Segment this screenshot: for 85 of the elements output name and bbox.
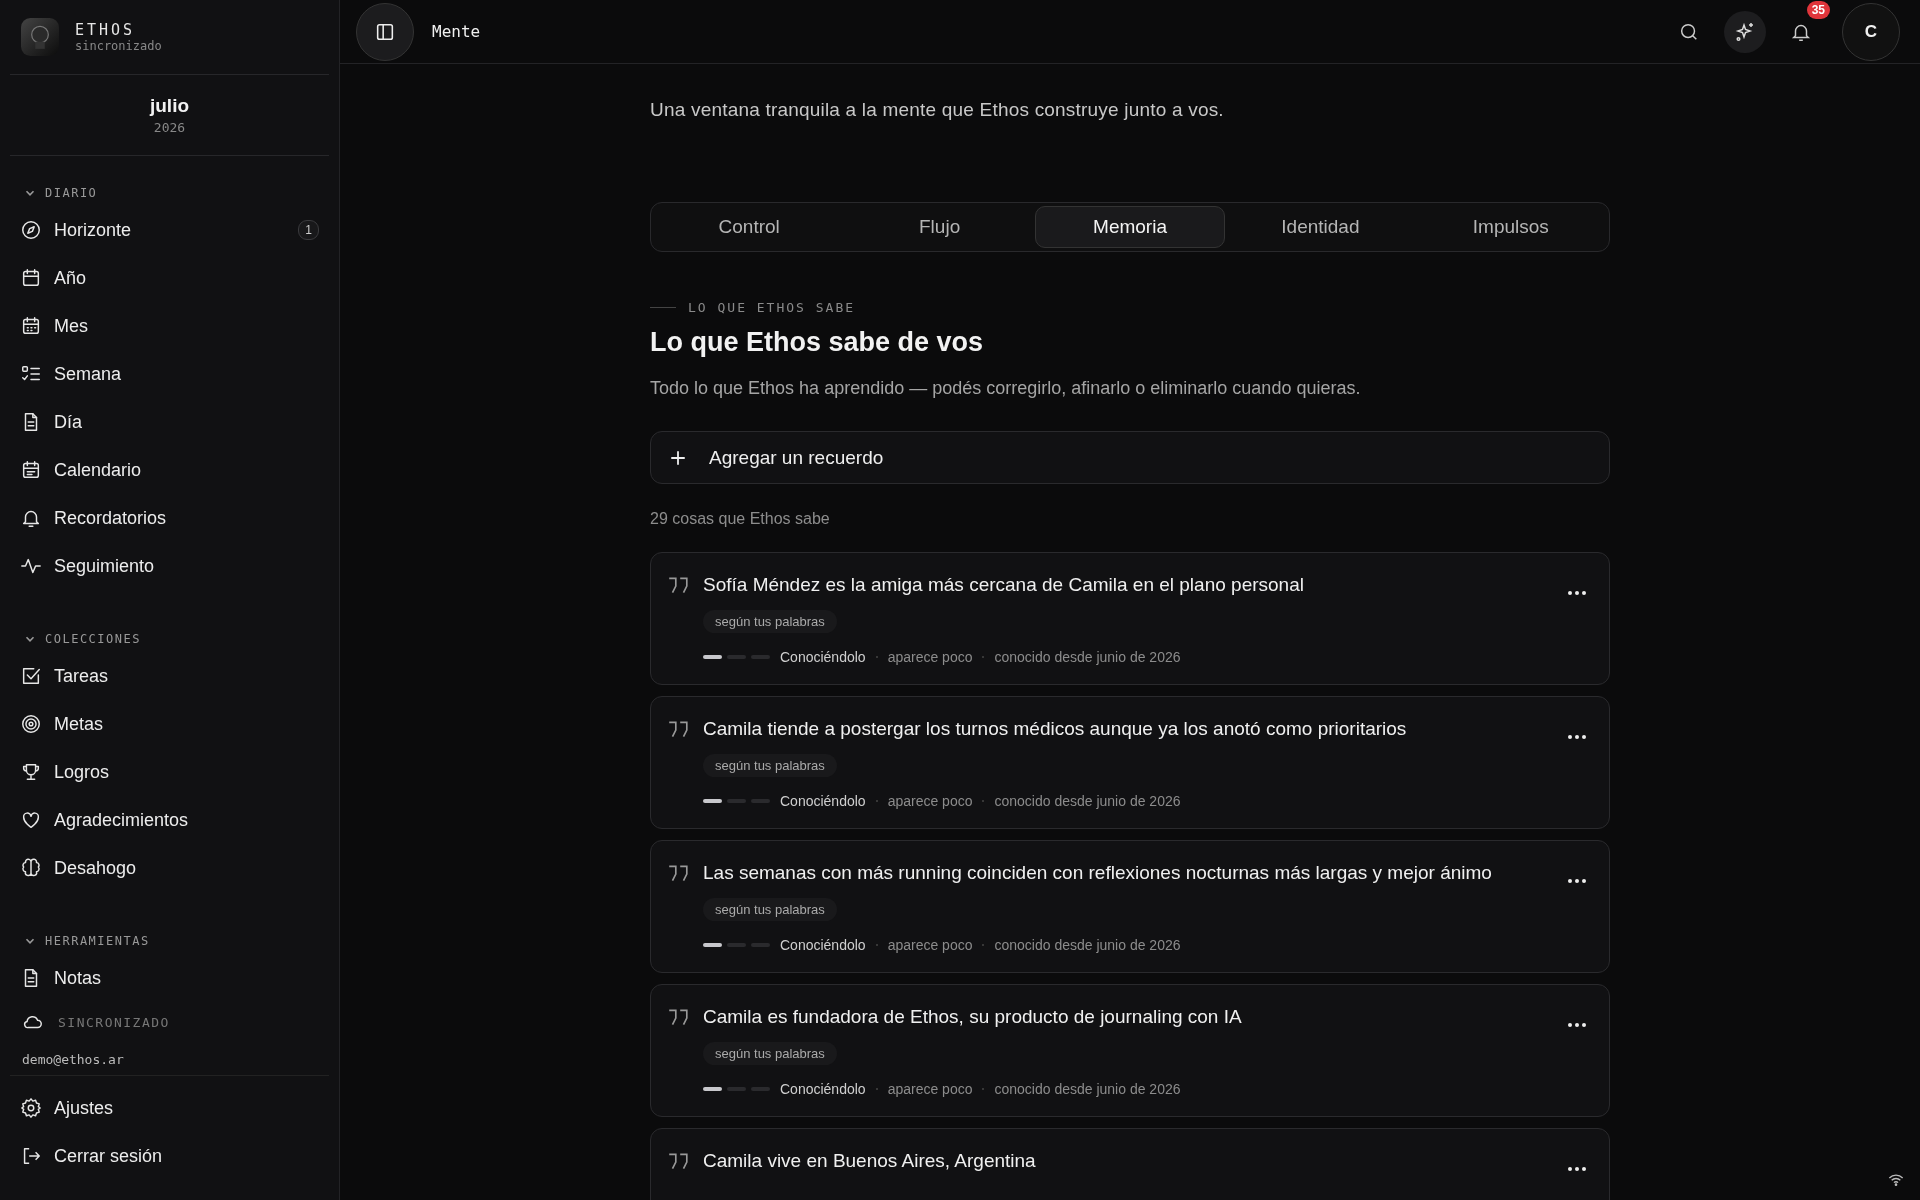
nav-item[interactable]: Logros	[10, 748, 329, 796]
nav-item[interactable]: Año	[10, 254, 329, 302]
sync-status: sincronizado	[75, 39, 162, 53]
more-icon	[1567, 878, 1587, 884]
page-title: Mente	[432, 22, 481, 41]
tab[interactable]: Flujo	[844, 206, 1035, 248]
calendar-icon	[20, 315, 42, 337]
frequency-label: aparece poco	[887, 1081, 973, 1097]
nav-item[interactable]: Seguimiento	[10, 542, 329, 590]
since-label: conocido desde junio de 2026	[994, 793, 1181, 809]
nav-item[interactable]: Recordatorios	[10, 494, 329, 542]
settings-icon	[20, 1097, 42, 1119]
section-header[interactable]: HERRAMIENTAS	[10, 928, 163, 954]
since-label: conocido desde junio de 2026	[994, 937, 1181, 953]
memory-count: 29 cosas que Ethos sabe	[650, 510, 831, 528]
calendar-icon	[20, 459, 42, 481]
stage-label: Conociéndolo	[780, 793, 866, 809]
compass-icon	[20, 219, 42, 241]
nav-item[interactable]: Metas	[10, 700, 329, 748]
memory-text: Sofía Méndez es la amiga más cercana de Camila en el plano personal	[703, 574, 1305, 596]
frequency-label: aparece poco	[887, 793, 973, 809]
tab[interactable]: Control	[654, 206, 845, 248]
wifi-icon	[1888, 1174, 1904, 1186]
quote-icon	[667, 576, 689, 596]
section-header[interactable]: DIARIO	[10, 180, 111, 206]
quote-icon	[667, 864, 689, 884]
section-heading: Lo que Ethos sabe de vos	[650, 327, 985, 358]
tab[interactable]: Identidad	[1225, 206, 1416, 248]
avatar-button[interactable]: C	[1842, 2, 1900, 61]
nav-item[interactable]: Semana	[10, 350, 329, 398]
logo-icon	[21, 18, 59, 56]
nav-item[interactable]: Mes	[10, 302, 329, 350]
calendar-icon	[20, 267, 42, 289]
nav-item[interactable]: Agradecimientos	[10, 796, 329, 844]
since-label: conocido desde junio de 2026	[994, 649, 1181, 665]
more-icon	[1567, 590, 1587, 596]
trophy-icon	[20, 761, 42, 783]
nav-item[interactable]: Cerrar sesión	[10, 1132, 329, 1180]
notification-badge: 35	[1806, 0, 1830, 19]
memory-text: Las semanas con más running coinciden con reflexiones nocturnas más largas y mejor ánimo	[703, 862, 1493, 884]
nav-item[interactable]: Tareas	[10, 652, 329, 700]
month-label: julio	[149, 95, 190, 117]
count-badge: 1	[298, 220, 319, 240]
source-tag: según tus palabras	[703, 610, 837, 633]
quote-icon	[667, 720, 689, 740]
plus-icon	[669, 448, 687, 467]
checkbox-icon	[20, 665, 42, 687]
nav-item[interactable]: Horizonte 1	[10, 206, 329, 254]
section-eyebrow: LO QUE ETHOS SABE	[688, 300, 856, 315]
tab[interactable]: Impulsos	[1415, 206, 1607, 248]
add-memory-button[interactable]: Agregar un recuerdo	[650, 431, 1610, 484]
brain-icon	[20, 857, 42, 879]
sparkle-button[interactable]	[1724, 10, 1766, 53]
user-email: demo@ethos.ar	[10, 1042, 329, 1076]
since-label: conocido desde junio de 2026	[994, 1081, 1181, 1097]
nav-item[interactable]: Calendario	[10, 446, 329, 494]
nav-item[interactable]: Notas	[10, 954, 329, 1002]
heart-icon	[20, 809, 42, 831]
stage-label: Conociéndolo	[780, 649, 866, 665]
sync-label: SINCRONIZADO	[58, 1014, 170, 1030]
brand-name: ETHOS	[75, 21, 137, 39]
target-icon	[20, 713, 42, 735]
source-tag: según tus palabras	[703, 754, 837, 777]
stage-label: Conociéndolo	[780, 1081, 866, 1097]
section-header[interactable]: COLECCIONES	[10, 626, 154, 652]
frequency-label: aparece poco	[887, 649, 973, 665]
more-icon	[1567, 1022, 1587, 1028]
source-tag: según tus palabras	[703, 898, 837, 921]
memory-text: Camila tiende a postergar los turnos médicos aunque ya los anotó como prioritarios	[703, 718, 1408, 740]
frequency-label: aparece poco	[887, 937, 973, 953]
quote-icon	[667, 1008, 689, 1028]
nav-item[interactable]: Ajustes	[10, 1084, 329, 1132]
memory-text: Camila vive en Buenos Aires, Argentina	[703, 1150, 1037, 1172]
source-tag: según tus palabras	[703, 1042, 837, 1065]
section-description: Todo lo que Ethos ha aprendido — podés corregirlo, afinarlo o eliminarlo cuando quieras.	[650, 378, 1362, 399]
year-label: 2026	[153, 120, 186, 135]
memory-text: Camila es fundadora de Ethos, su producto de journaling con IA	[703, 1006, 1243, 1028]
quote-icon	[667, 1152, 689, 1172]
more-icon	[1567, 1166, 1587, 1172]
nav-item[interactable]: Desahogo	[10, 844, 329, 892]
stage-label: Conociéndolo	[780, 937, 866, 953]
more-icon	[1567, 734, 1587, 740]
tab[interactable]: Memoria	[1034, 206, 1226, 248]
nav-item[interactable]: Día	[10, 398, 329, 446]
intro-text: Una ventana tranquila a la mente que Ethos construye junto a vos.	[650, 99, 1225, 121]
